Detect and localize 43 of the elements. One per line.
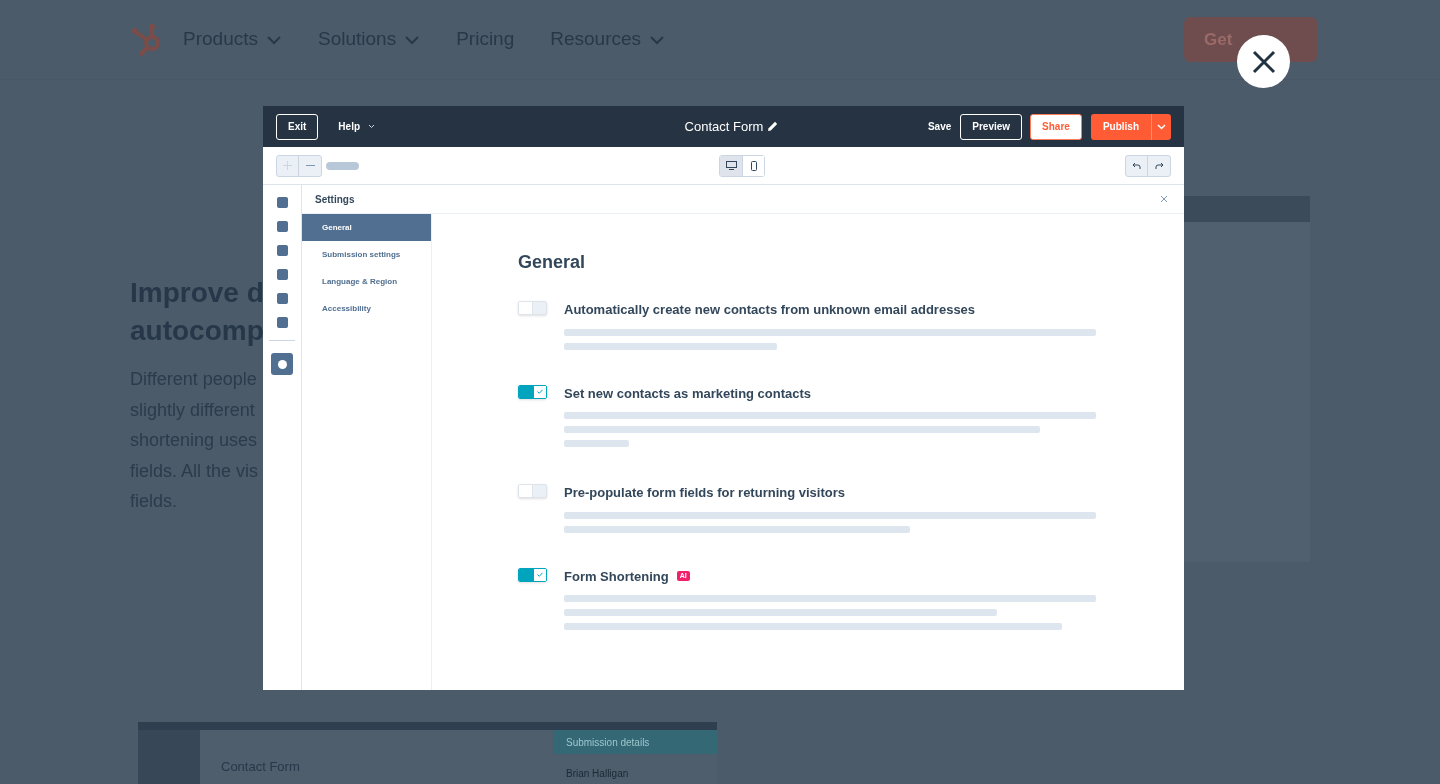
tool-icon[interactable] <box>276 197 288 208</box>
help-menu[interactable]: Help <box>338 119 375 134</box>
text-placeholder <box>564 440 629 447</box>
mobile-icon <box>750 160 757 171</box>
device-toggle[interactable] <box>720 155 742 176</box>
settings-menu-item[interactable]: Accessibility <box>302 295 431 322</box>
option-label: Pre-populate form fields for returning visitors <box>564 484 845 502</box>
share-button[interactable]: Share <box>1030 113 1082 140</box>
preview-button[interactable]: Preview <box>960 113 1023 140</box>
tool-icon[interactable] <box>276 245 288 256</box>
section-heading: General <box>518 251 587 274</box>
tool-icon[interactable] <box>276 293 288 304</box>
pencil-icon[interactable] <box>767 121 779 132</box>
save-link[interactable]: Save <box>927 119 952 134</box>
redo-icon[interactable] <box>1154 161 1164 170</box>
close-icon <box>1251 49 1276 74</box>
panel-title: Settings <box>315 192 355 207</box>
caret-icon <box>1157 123 1166 130</box>
publish-button[interactable]: Publish <box>1090 113 1171 140</box>
check-icon <box>537 572 543 577</box>
toggle-switch[interactable] <box>518 567 547 582</box>
tool-icon[interactable] <box>276 269 288 280</box>
zoom-level-placeholder <box>326 161 359 170</box>
tool-icon[interactable] <box>276 317 288 328</box>
tool-icon[interactable] <box>276 221 288 232</box>
settings-menu-item[interactable]: Submission settings <box>302 241 431 268</box>
caret-icon <box>368 124 375 129</box>
option-label: Form Shortening <box>564 567 669 586</box>
exit-button[interactable]: Exit <box>276 113 319 140</box>
app-sidebar <box>138 730 200 784</box>
form-title: Contact Form <box>684 117 764 136</box>
desktop-icon <box>725 161 737 170</box>
undo-icon[interactable] <box>1132 161 1141 170</box>
device-toggle[interactable] <box>742 155 764 176</box>
settings-menu-item[interactable]: Language & Region <box>302 268 431 295</box>
option-label: Automatically create new contacts from unknown email addresses <box>564 301 976 319</box>
toggle-switch[interactable] <box>518 384 547 399</box>
settings-tool[interactable] <box>271 353 293 375</box>
close-icon[interactable] <box>1160 195 1168 203</box>
panel-title: Submission details <box>566 735 650 750</box>
settings-menu-item[interactable]: General <box>302 214 431 241</box>
option-label: Set new contacts as marketing contacts <box>564 384 812 403</box>
check-icon <box>537 389 543 394</box>
